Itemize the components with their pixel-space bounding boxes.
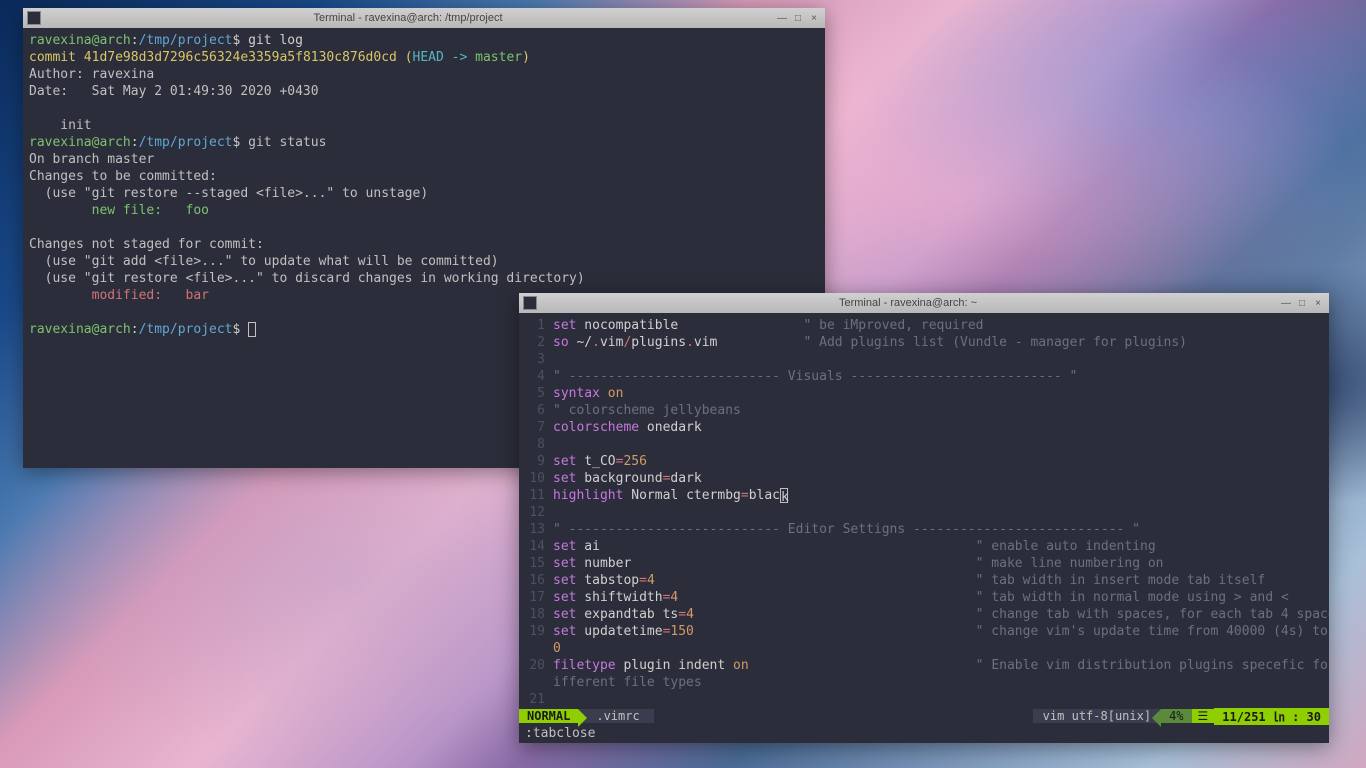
prompt-user: ravexina@arch xyxy=(29,33,131,48)
vim-line: 6" colorscheme jellybeans xyxy=(525,402,1323,419)
vim-line: 21 xyxy=(525,691,1323,707)
vim-cmdline[interactable]: :tabclose xyxy=(519,725,1329,743)
vim-line: 12 xyxy=(525,504,1323,521)
close-icon[interactable]: × xyxy=(807,11,821,25)
vim-filename: .vimrc xyxy=(578,709,653,723)
vim-line: 1set nocompatible " be iMproved, require… xyxy=(525,317,1323,334)
vim-statusline: NORMAL .vimrc vim utf-8[unix] 4% ☰ 11/25… xyxy=(519,707,1329,725)
vim-line: 3 xyxy=(525,351,1323,368)
vim-line: 2so ~/.vim/plugins.vim " Add plugins lis… xyxy=(525,334,1323,351)
vim-line: ifferent file types xyxy=(525,674,1323,691)
window-title: Terminal - ravexina@arch: /tmp/project xyxy=(45,12,771,24)
vim-line: 4" --------------------------- Visuals -… xyxy=(525,368,1323,385)
terminal-window-vim[interactable]: Terminal - ravexina@arch: ~ — □ × 1set n… xyxy=(519,293,1329,743)
titlebar[interactable]: Terminal - ravexina@arch: ~ — □ × xyxy=(519,293,1329,313)
vim-line: 17set shiftwidth=4 " tab width in normal… xyxy=(525,589,1323,606)
vim-mode: NORMAL xyxy=(519,709,578,723)
vim-line: 10set background=dark xyxy=(525,470,1323,487)
commit-hash: 41d7e98d3d7296c56324e3359a5f8130c876d0cd xyxy=(84,50,397,65)
prompt-path: /tmp/project xyxy=(139,33,233,48)
terminal-icon xyxy=(523,296,537,310)
cmd-text: git log xyxy=(248,33,303,48)
minimize-icon[interactable]: — xyxy=(1279,296,1293,310)
terminal-icon xyxy=(27,11,41,25)
vim-line: 11highlight Normal ctermbg=black xyxy=(525,487,1323,504)
modified-file: modified: bar xyxy=(29,288,209,303)
vim-line: 0 xyxy=(525,640,1323,657)
vim-line: 5syntax on xyxy=(525,385,1323,402)
vim-line: 7colorscheme onedark xyxy=(525,419,1323,436)
vim-line: 20filetype plugin indent on " Enable vim… xyxy=(525,657,1323,674)
vim-line: 18set expandtab ts=4 " change tab with s… xyxy=(525,606,1323,623)
vim-line: 16set tabstop=4 " tab width in insert mo… xyxy=(525,572,1323,589)
window-title: Terminal - ravexina@arch: ~ xyxy=(541,297,1275,309)
vim-line: 15set number " make line numbering on xyxy=(525,555,1323,572)
staged-file: new file: foo xyxy=(29,203,209,218)
vim-editor[interactable]: 1set nocompatible " be iMproved, require… xyxy=(519,313,1329,707)
branch-name: master xyxy=(475,50,522,65)
minimize-icon[interactable]: — xyxy=(775,11,789,25)
cursor xyxy=(248,322,256,337)
close-icon[interactable]: × xyxy=(1311,296,1325,310)
vim-line: 14set ai " enable auto indenting xyxy=(525,538,1323,555)
titlebar[interactable]: Terminal - ravexina@arch: /tmp/project —… xyxy=(23,8,825,28)
vim-line: 19set updatetime=150 " change vim's upda… xyxy=(525,623,1323,640)
vim-percent: 4% xyxy=(1161,709,1191,723)
maximize-icon[interactable]: □ xyxy=(791,11,805,25)
vim-position: 11/251 ㏑ : 30 xyxy=(1214,708,1329,725)
vim-line: 13" --------------------------- Editor S… xyxy=(525,521,1323,538)
vim-line: 8 xyxy=(525,436,1323,453)
vim-line: 9set t_CO=256 xyxy=(525,453,1323,470)
maximize-icon[interactable]: □ xyxy=(1295,296,1309,310)
